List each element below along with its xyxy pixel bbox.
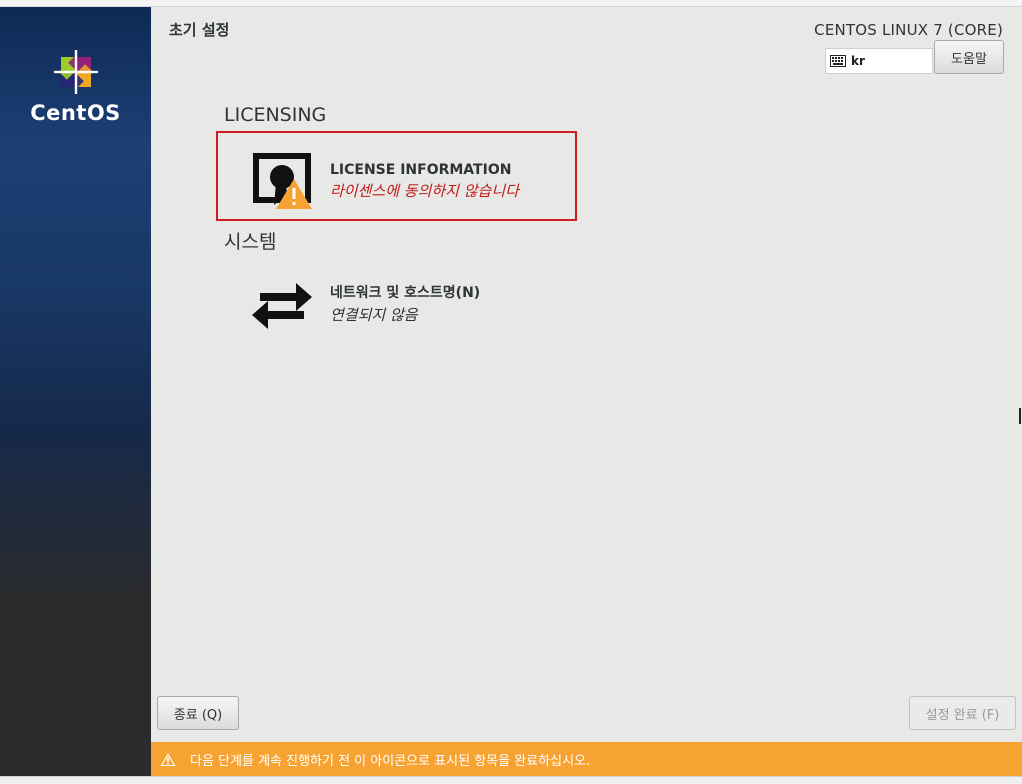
- network-arrows-icon: [250, 271, 314, 335]
- section-title-licensing: LICENSING: [224, 104, 327, 126]
- quit-button[interactable]: 종료 (Q): [157, 696, 239, 730]
- keyboard-layout-label: kr: [851, 54, 865, 68]
- section-title-system: 시스템: [224, 231, 277, 253]
- spoke-network-hostname[interactable]: 네트워크 및 호스트명(N) 연결되지 않음: [250, 271, 480, 335]
- spoke-status: 라이센스에 동의하지 않습니다: [330, 181, 519, 200]
- main-panel: 초기 설정 CENTOS LINUX 7 (CORE) kr 도움말 LICEN…: [151, 7, 1022, 742]
- license-warning-icon: [250, 149, 314, 213]
- spoke-license-information[interactable]: LICENSE INFORMATION 라이센스에 동의하지 않습니다: [250, 149, 519, 213]
- spoke-status: 연결되지 않음: [330, 305, 418, 324]
- centos-logo-icon: [54, 50, 98, 94]
- page-title: 초기 설정: [169, 21, 230, 39]
- keyboard-layout-indicator[interactable]: kr: [825, 48, 933, 74]
- top-strip: [0, 0, 1022, 7]
- spoke-name: LICENSE INFORMATION: [330, 161, 512, 178]
- help-button[interactable]: 도움말: [934, 40, 1004, 74]
- product-name: CENTOS LINUX 7 (CORE): [814, 21, 1003, 39]
- mouse-cursor: [1019, 408, 1021, 424]
- warning-icon: [160, 752, 176, 766]
- spoke-name: 네트워크 및 호스트명(N): [330, 284, 481, 301]
- warning-bar: 다음 단계를 계속 진행하기 전 이 아이콘으로 표시된 항목을 완료하십시오.: [151, 742, 1022, 776]
- warning-message: 다음 단계를 계속 진행하기 전 이 아이콘으로 표시된 항목을 완료하십시오.: [190, 753, 591, 769]
- keyboard-icon: [830, 55, 846, 67]
- sidebar: CentOS: [0, 7, 151, 776]
- finish-configuration-button[interactable]: 설정 완료 (F): [909, 696, 1016, 730]
- brand-name: CentOS: [30, 101, 121, 125]
